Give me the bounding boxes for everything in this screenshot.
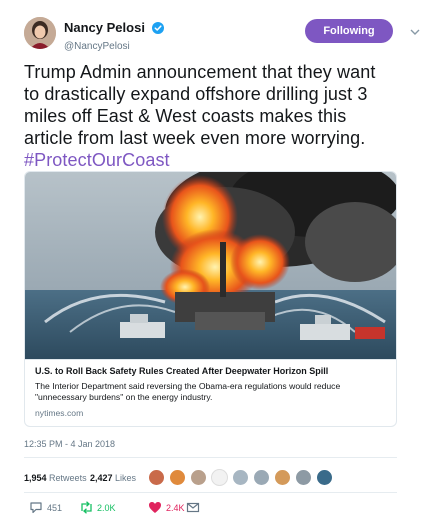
retweet-icon xyxy=(81,501,92,514)
tweet-actions: 451 2.0K 2.4K xyxy=(24,500,397,518)
verified-badge-icon xyxy=(152,22,165,34)
retweet-count: 2.0K xyxy=(97,503,116,513)
card-description: The Interior Department said reversing t… xyxy=(35,381,341,402)
engagement-stats: 1,954 Retweets 2,427 Likes xyxy=(24,468,397,488)
liker-avatar[interactable] xyxy=(253,469,270,486)
liker-avatar[interactable] xyxy=(232,469,249,486)
heart-icon xyxy=(149,502,161,513)
author-display-name[interactable]: Nancy Pelosi xyxy=(64,20,145,35)
stats-divider-top xyxy=(24,457,397,458)
tweet-timestamp[interactable]: 12:35 PM - 4 Jan 2018 xyxy=(24,439,115,449)
envelope-icon xyxy=(186,502,200,513)
like-count: 2.4K xyxy=(166,503,185,513)
reply-count: 451 xyxy=(47,503,63,513)
card-title: U.S. to Roll Back Safety Rules Created A… xyxy=(35,366,329,376)
author-name-block: Nancy Pelosi @NancyPelosi xyxy=(64,19,165,52)
card-domain: nytimes.com xyxy=(35,408,84,418)
stats-divider-bottom xyxy=(24,492,397,493)
liker-avatar[interactable] xyxy=(148,469,165,486)
tweet-header: Nancy Pelosi @NancyPelosi Following xyxy=(24,17,420,57)
liker-avatar[interactable] xyxy=(211,469,228,486)
retweets-stat[interactable]: 1,954 Retweets xyxy=(24,473,87,483)
author-handle[interactable]: @NancyPelosi xyxy=(64,41,164,52)
reply-icon xyxy=(30,502,42,514)
card-body: U.S. to Roll Back Safety Rules Created A… xyxy=(25,359,396,426)
author-avatar[interactable] xyxy=(24,17,56,49)
oil-rig-fire-photo-icon xyxy=(25,172,396,359)
likes-label: Likes xyxy=(115,473,137,483)
liker-avatar[interactable] xyxy=(190,469,207,486)
likes-count: 2,427 xyxy=(90,473,113,483)
retweets-label: Retweets xyxy=(49,473,87,483)
tweet-body: Trump Admin announcement that they want … xyxy=(24,62,376,148)
chevron-down-icon[interactable] xyxy=(410,29,420,36)
hashtag-link[interactable]: #ProtectOurCoast xyxy=(24,150,170,170)
following-button[interactable]: Following xyxy=(305,19,393,43)
avatar-photo-icon xyxy=(24,17,56,49)
liker-avatar[interactable] xyxy=(295,469,312,486)
link-card[interactable]: U.S. to Roll Back Safety Rules Created A… xyxy=(24,171,397,427)
retweets-count: 1,954 xyxy=(24,473,47,483)
liker-avatar[interactable] xyxy=(169,469,186,486)
likes-stat[interactable]: 2,427 Likes xyxy=(90,473,136,483)
tweet-text: Trump Admin announcement that they want … xyxy=(24,61,384,171)
liker-avatar[interactable] xyxy=(316,469,333,486)
liker-avatar[interactable] xyxy=(274,469,291,486)
